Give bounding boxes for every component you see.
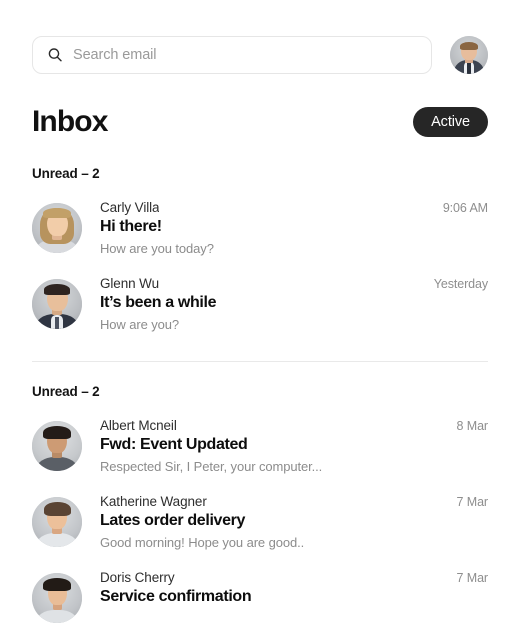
email-preview: How are you today? [100, 241, 214, 256]
email-timestamp: 8 Mar [456, 418, 489, 433]
sender-avatar [32, 496, 82, 547]
email-preview: Respected Sir, I Peter, your computer... [100, 458, 323, 474]
email-section: Unread – 2 Carly Villa 9:06 AM Hi there!… [0, 160, 520, 362]
sender-avatar [32, 278, 82, 329]
email-subject: Lates order delivery [100, 511, 246, 529]
email-timestamp: 9:06 AM [442, 201, 488, 215]
email-inbox-screen: Inbox Active Unread – 2 [0, 0, 520, 642]
search-icon [47, 47, 63, 63]
email-subject: Fwd: Event Updated [100, 435, 248, 453]
search-input[interactable] [73, 47, 417, 63]
section-header-unread: Unread – 2 [32, 383, 100, 399]
page-title: Inbox [32, 105, 108, 138]
email-subject: Service confirmation [100, 587, 252, 605]
email-list-item[interactable]: Albert Mcneil 8 Mar Fwd: Event Updated R… [0, 409, 520, 485]
email-section: Unread – 2 Albert Mcneil 8 Mar Fwd: Even… [0, 362, 520, 632]
email-preview: Good morning! Hope you are good.. [100, 534, 305, 550]
sender-avatar [32, 203, 82, 253]
email-list-item[interactable]: Doris Cherry 7 Mar Service confirmation [0, 561, 520, 632]
email-list: Unread – 2 Carly Villa 9:06 AM Hi there!… [0, 160, 520, 632]
email-list-item[interactable]: Glenn Wu Yesterday It’s been a while How… [0, 267, 520, 343]
sender-avatar [32, 572, 82, 623]
sender-name: Albert Mcneil [100, 417, 177, 433]
search-row [32, 36, 488, 74]
search-box[interactable] [32, 36, 432, 74]
sender-name: Carly Villa [100, 200, 160, 215]
email-list-item[interactable]: Carly Villa 9:06 AM Hi there! How are yo… [0, 191, 520, 267]
section-header-unread: Unread – 2 [32, 166, 100, 181]
email-preview: How are you? [100, 316, 180, 332]
sender-name: Glenn Wu [100, 275, 159, 291]
status-badge-active[interactable]: Active [413, 106, 488, 138]
sender-name: Doris Cherry [100, 569, 175, 585]
email-timestamp: 7 Mar [456, 494, 489, 509]
sender-avatar [32, 420, 82, 471]
email-list-item[interactable]: Katherine Wagner 7 Mar Lates order deliv… [0, 485, 520, 561]
title-row: Inbox Active [32, 103, 488, 141]
email-subject: Hi there! [100, 218, 162, 235]
email-timestamp: Yesterday [433, 276, 488, 291]
email-subject: It’s been a while [100, 293, 217, 311]
email-timestamp: 7 Mar [456, 570, 489, 585]
sender-name: Katherine Wagner [100, 493, 207, 509]
account-avatar[interactable] [450, 36, 488, 74]
